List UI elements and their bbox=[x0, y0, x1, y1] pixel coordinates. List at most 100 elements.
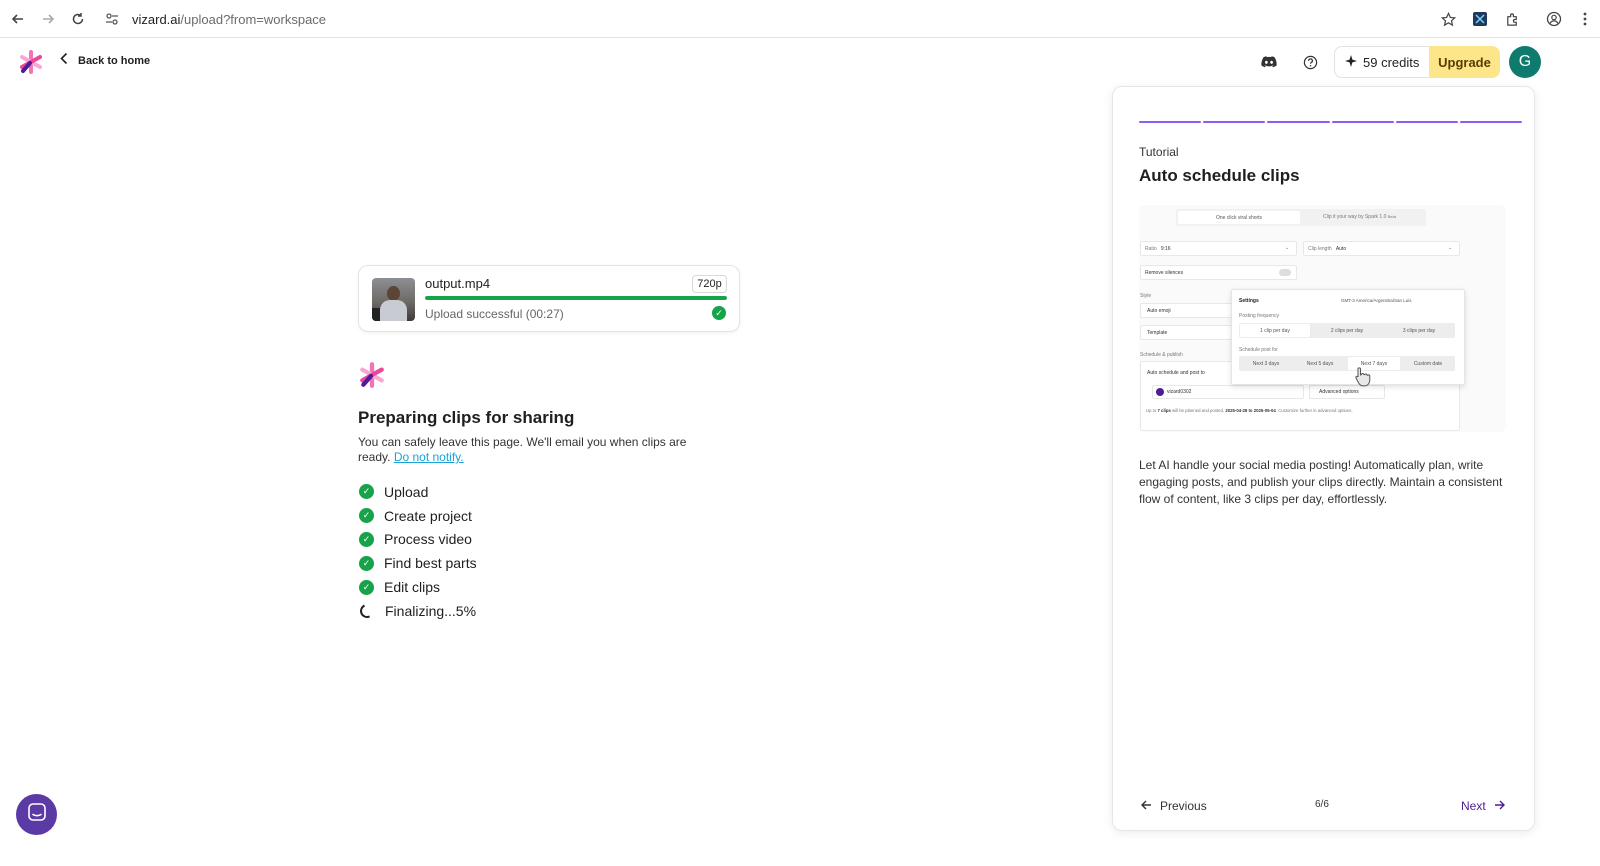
check-circle-icon: ✓ bbox=[359, 555, 374, 571]
help-icon[interactable] bbox=[1298, 50, 1322, 74]
preview-ratio: Ratio 9:16 bbox=[1145, 246, 1171, 252]
forward-arrow-icon[interactable] bbox=[33, 4, 63, 34]
preview-tab-1: One click viral shorts bbox=[1178, 211, 1300, 224]
progress-step: ✓ Process video bbox=[358, 528, 477, 552]
preview-freq-3: 3 clips per day bbox=[1402, 327, 1436, 334]
chevron-left-icon bbox=[60, 52, 68, 70]
profile-icon[interactable] bbox=[1538, 4, 1570, 34]
browser-toolbar: vizard.ai/upload?from=workspace bbox=[0, 0, 1600, 38]
tutorial-description: Let AI handle your social media posting!… bbox=[1139, 458, 1503, 506]
toolbar-separator bbox=[1528, 4, 1538, 34]
tutorial-progress-segment bbox=[1139, 121, 1202, 123]
credits-badge[interactable]: 59 credits bbox=[1334, 46, 1431, 78]
sparkle-icon bbox=[1345, 54, 1357, 70]
progress-step-label: Finalizing...5% bbox=[385, 602, 477, 619]
resolution-badge: 720p bbox=[692, 275, 727, 293]
previous-label: Previous bbox=[1160, 798, 1207, 813]
preview-timezone: GMT-3 America/Argentina/San Luis bbox=[1341, 298, 1412, 303]
loading-spinner-icon bbox=[358, 601, 376, 620]
back-to-home-label: Back to home bbox=[78, 55, 151, 67]
tutorial-page-indicator: 6/6 bbox=[1315, 799, 1329, 810]
tutorial-title: Auto schedule clips bbox=[1139, 166, 1300, 185]
preview-range-1: Next 3 days bbox=[1252, 360, 1280, 367]
preview-hand-cursor-icon bbox=[1351, 365, 1373, 392]
preview-range-4: Custom date bbox=[1413, 360, 1443, 367]
arrow-left-icon bbox=[1141, 798, 1152, 813]
preview-footnote: Up to 7 clips will be planned and posted… bbox=[1146, 408, 1353, 413]
preview-auto-schedule: Auto schedule and post to bbox=[1147, 370, 1205, 376]
preview-chevron-icon: ⌄ bbox=[1285, 245, 1290, 251]
tutorial-previous-button[interactable]: Previous bbox=[1141, 798, 1207, 813]
progress-steps: ✓ Upload ✓ Create project ✓ Process video ✓ Fin… bbox=[358, 480, 477, 623]
upload-progress-bar bbox=[425, 296, 727, 300]
check-circle-icon: ✓ bbox=[359, 579, 374, 595]
preparing-title: Preparing clips for sharing bbox=[358, 408, 575, 427]
progress-step-label: Edit clips bbox=[384, 579, 441, 596]
preview-chevron-icon: ⌄ bbox=[1448, 245, 1453, 251]
tutorial-progress-segment bbox=[1203, 121, 1266, 123]
preview-account-avatar bbox=[1156, 388, 1164, 396]
app-header: Back to home 59 credits Upgrade G bbox=[0, 38, 1600, 86]
url-path: /upload?from=workspace bbox=[180, 11, 327, 27]
progress-step: ✓ Edit clips bbox=[358, 575, 477, 599]
preview-schedule-label: Schedule & publish bbox=[1140, 352, 1183, 358]
progress-step: ✓ Find best parts bbox=[358, 551, 477, 575]
user-avatar[interactable]: G bbox=[1509, 46, 1541, 78]
progress-step-label: Upload bbox=[384, 483, 429, 500]
tutorial-progress-segments bbox=[1139, 121, 1523, 124]
preview-posting-frequency: Posting frequency bbox=[1239, 313, 1280, 319]
progress-step: ✓ Create project bbox=[358, 504, 477, 528]
preview-schedule-for: Schedule post for bbox=[1239, 347, 1278, 353]
preparing-description: You can safely leave this page. We'll em… bbox=[358, 435, 718, 465]
tutorial-progress-segment bbox=[1459, 121, 1523, 123]
preview-remove-silences: Remove silences bbox=[1145, 270, 1184, 276]
progress-step-label: Find best parts bbox=[384, 555, 477, 572]
progress-step-label: Create project bbox=[384, 507, 472, 524]
video-thumbnail bbox=[372, 278, 415, 321]
address-bar[interactable]: vizard.ai/upload?from=workspace bbox=[100, 4, 1430, 34]
success-check-icon: ✓ bbox=[712, 306, 726, 320]
upload-card: output.mp4 720p Upload successful (00:27… bbox=[358, 265, 740, 332]
check-circle-icon: ✓ bbox=[359, 531, 374, 547]
site-settings-icon[interactable] bbox=[100, 7, 124, 31]
file-name: output.mp4 bbox=[425, 276, 491, 291]
reload-icon[interactable] bbox=[63, 4, 93, 34]
check-circle-icon: ✓ bbox=[359, 508, 374, 524]
chat-launcher-button[interactable] bbox=[16, 794, 57, 835]
tutorial-progress-segment bbox=[1395, 121, 1458, 123]
tutorial-progress-segment bbox=[1331, 121, 1394, 123]
preview-account: vizard0302 bbox=[1167, 389, 1192, 395]
progress-step: ✓ Upload bbox=[358, 480, 477, 504]
back-arrow-icon[interactable] bbox=[3, 4, 33, 34]
tutorial-next-button[interactable]: Next bbox=[1461, 798, 1505, 813]
preview-freq-2: 2 clips per day bbox=[1330, 327, 1364, 334]
preview-style-label: Style bbox=[1140, 293, 1152, 299]
credits-label: 59 credits bbox=[1363, 54, 1420, 70]
extensions-puzzle-icon[interactable] bbox=[1496, 4, 1528, 34]
back-to-home-link[interactable]: Back to home bbox=[60, 52, 150, 70]
url-host: vizard.ai bbox=[132, 11, 181, 27]
progress-step-label: Process video bbox=[384, 531, 472, 548]
do-not-notify-link[interactable]: Do not notify. bbox=[394, 450, 464, 464]
upgrade-button[interactable]: Upgrade bbox=[1429, 46, 1500, 78]
preview-auto-emoji: Auto emoji bbox=[1147, 308, 1171, 314]
preview-template: Template bbox=[1147, 330, 1168, 336]
preview-toggle bbox=[1279, 269, 1291, 276]
preview-freq-1: 1 clip per day bbox=[1240, 324, 1310, 337]
preview-settings-title: Settings bbox=[1239, 298, 1259, 304]
upload-progress-fill bbox=[425, 296, 727, 300]
tutorial-progress-segment bbox=[1267, 121, 1330, 123]
vizard-logo-icon[interactable] bbox=[18, 49, 44, 75]
extension-x-icon[interactable] bbox=[1464, 4, 1496, 34]
discord-icon[interactable] bbox=[1257, 50, 1281, 74]
preview-cliplength: Clip length Auto bbox=[1308, 246, 1347, 252]
check-circle-icon: ✓ bbox=[359, 484, 374, 500]
bookmark-star-icon[interactable] bbox=[1432, 4, 1464, 34]
tutorial-panel: Tutorial Auto schedule clips One click v… bbox=[1112, 86, 1535, 831]
tutorial-preview-image: One click viral shorts Clip it your way … bbox=[1139, 205, 1506, 432]
chat-icon bbox=[27, 802, 47, 827]
tutorial-kicker: Tutorial bbox=[1139, 145, 1179, 159]
browser-menu-icon[interactable] bbox=[1570, 4, 1600, 34]
preview-range-2: Next 5 days bbox=[1306, 360, 1334, 367]
progress-step: Finalizing...5% bbox=[358, 599, 477, 623]
